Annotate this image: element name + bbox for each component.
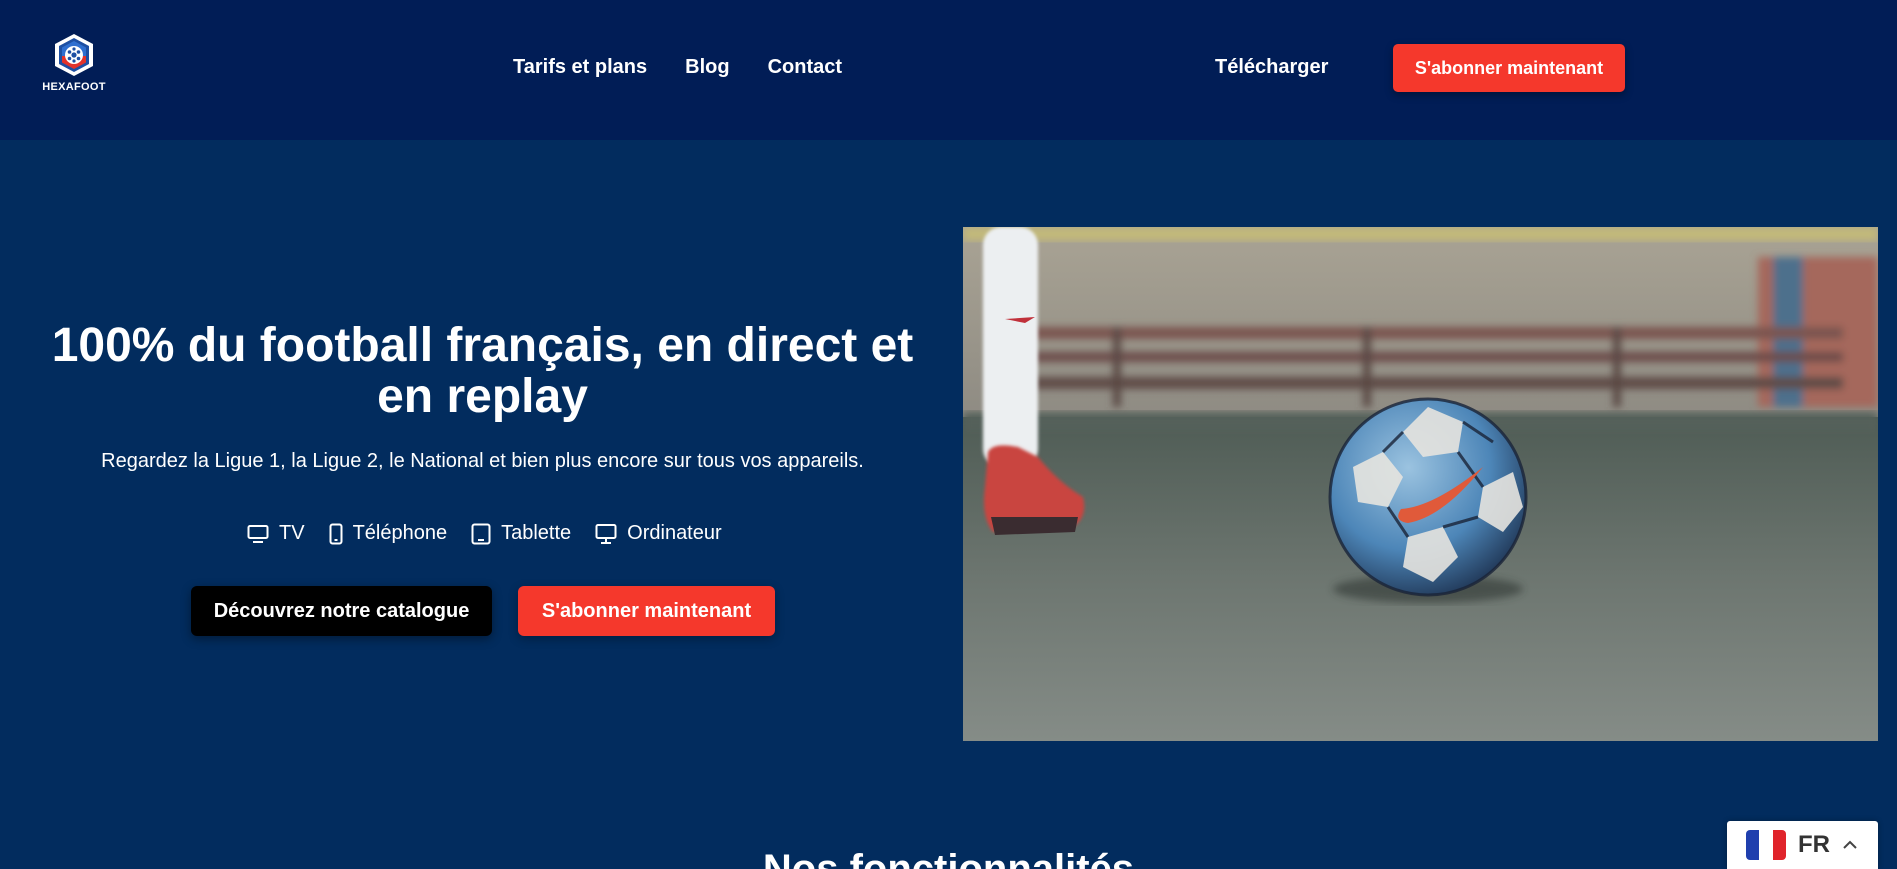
hero-title: 100% du football français, en direct et … — [51, 319, 914, 423]
device-phone: Téléphone — [329, 522, 448, 545]
hero-actions: Découvrez notre catalogue S'abonner main… — [191, 586, 775, 636]
chevron-up-icon — [1843, 840, 1857, 849]
catalog-button[interactable]: Découvrez notre catalogue — [191, 586, 492, 636]
hero-subtitle: Regardez la Ligue 1, la Ligue 2, le Nati… — [101, 450, 864, 472]
site-header: HEXAFOOT Tarifs et plans Blog Contact Té… — [0, 0, 1897, 140]
device-label: Ordinateur — [627, 522, 722, 544]
tv-icon — [247, 524, 269, 543]
features-title: Nos fonctionnalités — [762, 847, 1135, 869]
desktop-icon — [595, 523, 617, 544]
nav-link-blog[interactable]: Blog — [685, 56, 729, 79]
device-tablet: Tablette — [471, 522, 571, 545]
tablet-icon — [471, 523, 491, 544]
nav-link-pricing[interactable]: Tarifs et plans — [513, 56, 647, 79]
language-switcher[interactable]: FR — [1727, 821, 1878, 869]
device-list: TV Téléphone Tablette Ordinateur — [247, 522, 722, 545]
hero-subscribe-button[interactable]: S'abonner maintenant — [518, 586, 775, 636]
device-label: Tablette — [501, 522, 572, 544]
phone-icon — [329, 523, 343, 544]
logo-wordmark: HEXAFOOT — [42, 81, 106, 93]
language-code: FR — [1798, 831, 1830, 858]
device-tv: TV — [247, 522, 305, 545]
france-flag-icon — [1746, 830, 1786, 860]
device-desktop: Ordinateur — [595, 522, 722, 545]
device-label: Téléphone — [352, 522, 448, 544]
hexafoot-logo-icon — [55, 34, 93, 76]
header-subscribe-button[interactable]: S'abonner maintenant — [1393, 44, 1625, 92]
hero-image — [963, 227, 1878, 741]
main-nav: Tarifs et plans Blog Contact — [513, 56, 842, 79]
football-photo — [963, 227, 1878, 741]
hero-section: 100% du football français, en direct et … — [0, 140, 965, 760]
nav-link-contact[interactable]: Contact — [768, 56, 842, 79]
hexafoot-logo[interactable]: HEXAFOOT — [42, 32, 106, 94]
device-label: TV — [279, 522, 305, 544]
download-link[interactable]: Télécharger — [1215, 56, 1328, 79]
